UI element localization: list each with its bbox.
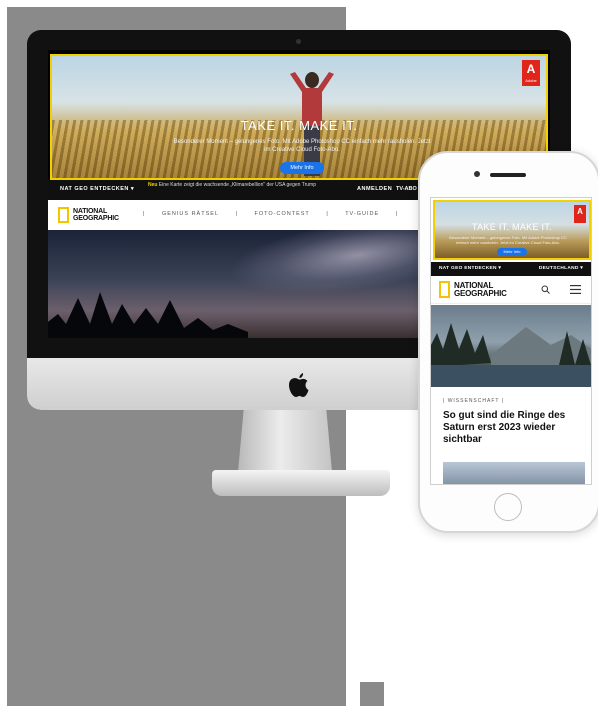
mobile-ad-headline: TAKE IT. MAKE IT. <box>472 222 552 232</box>
news-ticker[interactable]: Neu Eine Karte zeigt die wachsende „Klim… <box>148 182 348 189</box>
mobile-ad-banner[interactable]: TAKE IT. MAKE IT. Besonderer Moment – ge… <box>433 200 591 260</box>
national-geographic-logo[interactable]: NATIONAL GEOGRAPHIC <box>439 281 507 298</box>
tree-silhouette-image <box>48 292 248 338</box>
ad-headline: TAKE IT. MAKE IT. <box>240 118 358 133</box>
mobile-ad-cta-button[interactable]: Mehr Info <box>497 248 527 256</box>
menu-item-foto-contest[interactable]: FOTO-CONTEST <box>254 211 309 217</box>
tv-subscription-link[interactable]: TV-ABO <box>396 186 417 192</box>
mobile-ad-body-text: Besonderer Moment – gelungenes Foto. Mit… <box>449 235 567 245</box>
search-icon[interactable] <box>541 285 550 294</box>
region-selector[interactable]: DEUTSCHLAND ▾ <box>539 266 583 271</box>
mobile-header: NATIONAL GEOGRAPHIC <box>431 276 591 304</box>
camera-dot <box>296 39 301 44</box>
yellow-border-icon <box>58 207 69 223</box>
article-headline[interactable]: So gut sind die Ringe des Saturn erst 20… <box>443 410 585 446</box>
iphone-device: TAKE IT. MAKE IT. Besonderer Moment – ge… <box>418 151 598 533</box>
next-article-image[interactable] <box>443 462 585 484</box>
speaker-grille <box>490 173 526 177</box>
imac-stand-foot <box>212 470 390 496</box>
yellow-border-icon <box>439 281 450 298</box>
menu-item-genius-raetsel[interactable]: GENIUS RÄTSEL <box>162 211 219 217</box>
news-text: Eine Karte zeigt die wachsende „Klimareb… <box>158 182 316 188</box>
adobe-logo-icon: A Adobe <box>522 60 540 86</box>
national-geographic-logo[interactable]: NATIONAL GEOGRAPHIC <box>58 207 119 223</box>
ad-body-text: Besonderer Moment – gelungenes Foto. Mit… <box>173 139 431 153</box>
nat-geo-explore-menu[interactable]: NAT GEO ENTDECKEN ▾ <box>60 186 134 192</box>
imac-stand-neck <box>238 410 332 472</box>
desktop-main-menu: | GENIUS RÄTSEL | FOTO-CONTEST | TV-GUID… <box>143 211 399 217</box>
mountain-lake-image <box>431 323 591 387</box>
news-label: Neu <box>148 182 158 188</box>
decorative-square <box>360 682 384 706</box>
home-button[interactable] <box>494 493 522 521</box>
mobile-nat-geo-explore-menu[interactable]: NAT GEO ENTDECKEN ▾ <box>439 266 501 271</box>
mobile-screen: TAKE IT. MAKE IT. Besonderer Moment – ge… <box>430 197 592 485</box>
hamburger-menu-icon[interactable] <box>570 285 581 294</box>
article-image[interactable] <box>431 305 591 387</box>
article-category[interactable]: | WISSENSCHAFT | <box>443 398 504 404</box>
mobile-top-bar: NAT GEO ENTDECKEN ▾ DEUTSCHLAND ▾ <box>431 262 591 276</box>
login-link[interactable]: ANMELDEN <box>357 186 392 192</box>
apple-logo-icon <box>289 373 309 397</box>
menu-item-tv-guide[interactable]: TV-GUIDE <box>345 211 379 217</box>
front-camera-icon <box>474 171 480 177</box>
ad-cta-button[interactable]: Mehr Info <box>280 162 324 174</box>
adobe-logo-icon: A <box>574 205 586 223</box>
